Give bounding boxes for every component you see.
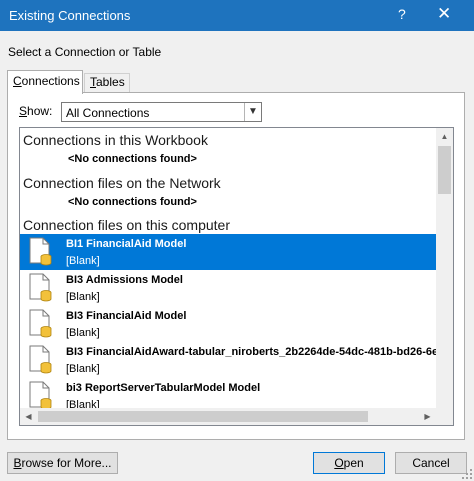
title-bar: Existing Connections ? ✕ bbox=[0, 0, 474, 31]
open-button[interactable]: Open bbox=[313, 452, 385, 474]
connection-name: BI3 FinancialAidAward-tabular_niroberts_… bbox=[66, 346, 436, 358]
connection-description: [Blank] bbox=[66, 327, 100, 339]
horizontal-scrollbar[interactable]: ◀ ▶ bbox=[20, 408, 436, 425]
tab-connections-accel: C bbox=[13, 74, 22, 88]
tab-connections-label: onnections bbox=[21, 74, 80, 88]
chevron-right-icon[interactable]: ▶ bbox=[419, 408, 436, 425]
show-label-text: how: bbox=[27, 104, 53, 118]
connection-name: BI1 FinancialAid Model bbox=[66, 238, 187, 250]
browse-for-more-button[interactable]: Browse for More... bbox=[7, 452, 118, 474]
chevron-left-icon[interactable]: ◀ bbox=[20, 408, 37, 425]
group-header-computer: Connection files on this computer bbox=[23, 217, 230, 233]
horizontal-scroll-thumb[interactable] bbox=[38, 411, 368, 422]
connection-list-content: Connections in this Workbook <No connect… bbox=[20, 128, 436, 425]
section-label: Select a Connection or Table bbox=[8, 45, 162, 59]
help-button[interactable]: ? bbox=[398, 6, 406, 22]
resize-grip-icon[interactable] bbox=[462, 469, 472, 479]
browse-label: rowse for More... bbox=[21, 456, 112, 470]
no-connections-network: <No connections found> bbox=[68, 196, 197, 208]
list-item[interactable]: BI3 FinancialAidAward-tabular_niroberts_… bbox=[20, 342, 436, 378]
list-item[interactable]: BI3 FinancialAid Model [Blank] bbox=[20, 306, 436, 342]
show-label: Show: bbox=[19, 104, 52, 118]
group-header-workbook: Connections in this Workbook bbox=[23, 132, 208, 148]
tab-tables-label: ables bbox=[96, 75, 125, 89]
scroll-corner bbox=[436, 408, 453, 425]
vertical-scroll-thumb[interactable] bbox=[438, 146, 451, 194]
connection-description: [Blank] bbox=[66, 255, 100, 267]
tab-connections[interactable]: Connections bbox=[7, 70, 83, 94]
odc-file-icon bbox=[29, 381, 52, 410]
window-title: Existing Connections bbox=[9, 8, 131, 23]
list-item[interactable]: BI1 FinancialAid Model [Blank] bbox=[20, 234, 436, 270]
vertical-scrollbar[interactable]: ▲ ▼ bbox=[436, 128, 453, 425]
connection-name: BI3 Admissions Model bbox=[66, 274, 183, 286]
open-label: pen bbox=[343, 456, 364, 470]
odc-file-icon bbox=[29, 273, 52, 302]
open-accel: O bbox=[334, 456, 344, 470]
chevron-up-icon[interactable]: ▲ bbox=[436, 128, 453, 145]
list-item[interactable]: BI3 Admissions Model [Blank] bbox=[20, 270, 436, 306]
odc-file-icon bbox=[29, 345, 52, 374]
cancel-button[interactable]: Cancel bbox=[395, 452, 467, 474]
no-connections-workbook: <No connections found> bbox=[68, 153, 197, 165]
connection-name: BI3 FinancialAid Model bbox=[66, 310, 187, 322]
connection-description: [Blank] bbox=[66, 363, 100, 375]
connection-list[interactable]: Connections in this Workbook <No connect… bbox=[19, 127, 454, 426]
connection-name: bi3 ReportServerTabularModel Model bbox=[66, 382, 261, 394]
show-filter-select[interactable]: All Connections ▼ bbox=[61, 102, 262, 122]
tab-tables[interactable]: Tables bbox=[84, 73, 130, 92]
odc-file-icon bbox=[29, 237, 52, 266]
show-filter-value: All Connections bbox=[66, 106, 150, 120]
show-label-accel: S bbox=[19, 104, 28, 118]
group-header-network: Connection files on the Network bbox=[23, 175, 221, 191]
chevron-down-icon[interactable]: ▼ bbox=[244, 103, 261, 121]
odc-file-icon bbox=[29, 309, 52, 338]
close-button[interactable]: ✕ bbox=[437, 4, 451, 24]
connection-description: [Blank] bbox=[66, 291, 100, 303]
